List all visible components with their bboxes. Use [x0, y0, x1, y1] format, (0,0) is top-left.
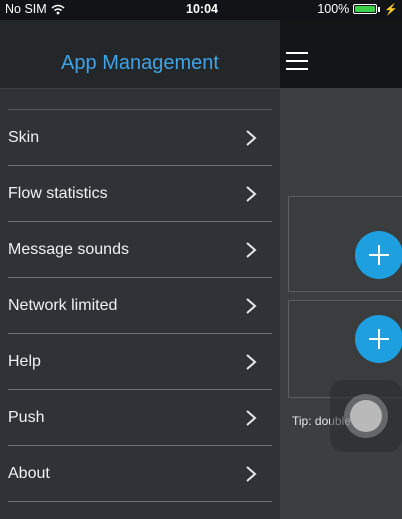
- side-drawer: App Management Skin Flow statistics Mess…: [0, 20, 280, 519]
- chevron-right-icon: [246, 298, 257, 314]
- assistive-touch-core: [350, 400, 382, 432]
- menu-item-flow-statistics[interactable]: Flow statistics: [8, 166, 272, 222]
- menu-item-label: Skin: [8, 129, 40, 146]
- clock: 10:04: [186, 2, 218, 16]
- menu-item-message-sounds[interactable]: Message sounds: [8, 222, 272, 278]
- assistive-touch-button[interactable]: [330, 380, 402, 452]
- menu-item-skin[interactable]: Skin: [8, 109, 272, 166]
- hamburger-menu-icon[interactable]: [286, 52, 308, 70]
- chevron-right-icon: [246, 242, 257, 258]
- content-header: [280, 20, 402, 88]
- chevron-right-icon: [246, 410, 257, 426]
- chevron-right-icon: [246, 466, 257, 482]
- battery-icon: [353, 4, 378, 14]
- drawer-menu: Skin Flow statistics Message sounds Netw…: [0, 109, 280, 502]
- menu-item-label: Help: [8, 353, 41, 370]
- menu-item-about[interactable]: About: [8, 446, 272, 502]
- add-device-button[interactable]: [355, 315, 402, 363]
- chevron-right-icon: [246, 130, 257, 146]
- menu-item-label: Network limited: [8, 297, 118, 314]
- assistive-touch-ring: [344, 394, 388, 438]
- drawer-header: App Management: [0, 20, 280, 89]
- menu-item-network-limited[interactable]: Network limited: [8, 278, 272, 334]
- device-card[interactable]: [288, 196, 402, 292]
- menu-item-label: Message sounds: [8, 241, 129, 258]
- chevron-right-icon: [246, 354, 257, 370]
- battery-tip: [378, 6, 381, 12]
- chevron-right-icon: [246, 186, 257, 202]
- add-device-button[interactable]: [355, 231, 402, 279]
- battery-percent: 100%: [317, 2, 350, 16]
- menu-item-push[interactable]: Push: [8, 390, 272, 446]
- menu-item-label: Flow statistics: [8, 185, 108, 202]
- menu-item-help[interactable]: Help: [8, 334, 272, 390]
- battery-level-fill: [355, 6, 376, 12]
- wifi-icon: [51, 4, 65, 14]
- charging-bolt-icon: ⚡: [384, 3, 398, 16]
- carrier-label: No SIM: [5, 2, 47, 16]
- drawer-title: App Management: [61, 52, 219, 74]
- menu-item-label: Push: [8, 409, 45, 426]
- menu-item-label: About: [8, 465, 50, 482]
- status-bar: No SIM 10:04 100% ⚡: [0, 0, 402, 20]
